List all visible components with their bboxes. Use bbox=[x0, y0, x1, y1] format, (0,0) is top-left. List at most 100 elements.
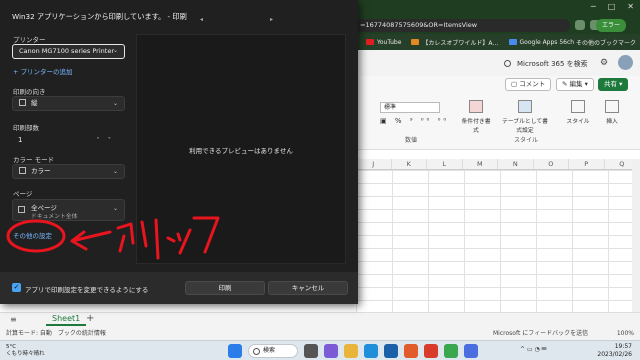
prev-page-icon[interactable]: ◂ bbox=[200, 16, 203, 23]
feedback-link[interactable]: Microsoft にフィードバックを送信 bbox=[493, 328, 588, 340]
bookmark-item[interactable]: YouTube bbox=[366, 39, 401, 46]
add-printer-link[interactable]: + プリンターの追加 bbox=[13, 66, 73, 76]
copies-stepper[interactable]: 1 ˄˅ bbox=[12, 134, 125, 147]
sheet-menu-icon[interactable]: ≡ bbox=[10, 315, 17, 324]
table-icon bbox=[518, 100, 532, 113]
tool-label: スタイル bbox=[566, 119, 590, 125]
pages-icon bbox=[18, 206, 25, 213]
conditional-format-button[interactable]: 条件付き書式 bbox=[460, 100, 492, 134]
other-settings-link[interactable]: その他の設定 bbox=[13, 230, 52, 240]
taskbar-search[interactable]: 検索 bbox=[248, 344, 298, 358]
chevron-down-icon: ⌄ bbox=[112, 205, 118, 212]
edit-button[interactable]: ✎ 編集 ▾ bbox=[556, 78, 594, 91]
edit-label: 編集 bbox=[569, 80, 583, 88]
file-explorer-icon[interactable] bbox=[344, 344, 358, 358]
status-text: 計算モード: 自動 ブックの統計情報 bbox=[6, 330, 106, 337]
task-view-icon[interactable] bbox=[304, 344, 318, 358]
clock-time: 19:57 bbox=[614, 343, 632, 350]
bookmark-label: 【カレスオブワイルド】A… bbox=[422, 39, 499, 47]
conditional-format-icon bbox=[469, 100, 483, 113]
gear-icon[interactable]: ⚙ bbox=[600, 58, 608, 68]
app-settings-label: アプリで印刷設定を変更できるようにする bbox=[25, 286, 149, 294]
insert-icon bbox=[605, 100, 619, 113]
maximize-icon[interactable]: □ bbox=[608, 2, 616, 11]
sheet-tab[interactable]: Sheet1 bbox=[46, 313, 87, 326]
bookmark-item[interactable]: 【カレスオブワイルド】A… bbox=[411, 38, 499, 47]
column-header[interactable]: K bbox=[392, 159, 427, 169]
vertical-scrollbar[interactable] bbox=[632, 159, 640, 312]
number-format-tools[interactable]: ▣ % ⁹ ⁰⁰ ⁰⁰ bbox=[380, 117, 449, 125]
chevron-down-icon: ⌄ bbox=[112, 47, 118, 54]
add-sheet-icon[interactable]: + bbox=[86, 313, 94, 324]
copies-value: 1 bbox=[18, 136, 23, 144]
number-format-dropdown[interactable]: 標準 bbox=[380, 102, 440, 113]
insert-button[interactable]: 挿入 bbox=[596, 100, 628, 125]
column-headers: J K L M N O P Q bbox=[356, 159, 640, 170]
weather-desc: くもり時々晴れ bbox=[6, 351, 45, 357]
orientation-value: 縦 bbox=[31, 99, 38, 107]
chrome-icon[interactable] bbox=[444, 344, 458, 358]
google-apps-icon bbox=[508, 39, 517, 45]
system-tray[interactable]: ^ ▭ ◔ 𝄘 bbox=[520, 346, 546, 354]
bookmark-label: YouTube bbox=[377, 38, 402, 46]
bookmark-item[interactable]: Google Apps 56ch bbox=[508, 38, 575, 46]
chat-icon[interactable] bbox=[324, 344, 338, 358]
color-mode-dropdown[interactable]: カラー ⌄ bbox=[12, 164, 125, 179]
clock[interactable]: 19:57 2023/02/26 bbox=[597, 343, 632, 359]
weather-widget[interactable]: 5°C くもり時々晴れ bbox=[6, 344, 45, 358]
dialog-title: Win32 アプリケーションから印刷しています。 - 印刷 bbox=[12, 12, 187, 21]
printer-value: Canon MG7100 series Printer bbox=[19, 47, 114, 55]
extension-icon[interactable] bbox=[575, 20, 585, 30]
search-text: Microsoft 365 を検索 bbox=[517, 60, 588, 68]
pages-dropdown[interactable]: 全ページ ドキュメント全体 ⌄ bbox=[12, 199, 125, 221]
share-label: 共有 bbox=[604, 80, 617, 88]
app-icon[interactable] bbox=[464, 344, 478, 358]
cancel-button[interactable]: キャンセル bbox=[268, 281, 348, 295]
start-icon[interactable] bbox=[228, 344, 242, 358]
cell-grid[interactable] bbox=[356, 170, 632, 312]
youtube-icon bbox=[366, 39, 374, 45]
comment-label: コメント bbox=[519, 80, 546, 88]
printer-label: プリンター bbox=[13, 36, 46, 44]
profile-button[interactable]: エラー bbox=[596, 19, 626, 32]
comment-button[interactable]: ▢ コメント bbox=[505, 78, 552, 91]
close-icon[interactable]: ✕ bbox=[627, 2, 634, 11]
weather-temp: 5°C bbox=[6, 344, 17, 350]
printer-dropdown[interactable]: Canon MG7100 series Printer ⌄ bbox=[12, 44, 125, 59]
edge-icon[interactable] bbox=[364, 344, 378, 358]
pages-label: ページ bbox=[13, 190, 33, 198]
print-button[interactable]: 印刷 bbox=[185, 281, 265, 295]
chevron-down-icon: ⌄ bbox=[112, 100, 118, 107]
other-bookmarks[interactable]: その他のブックマーク bbox=[576, 38, 636, 47]
zoom-level[interactable]: 100% bbox=[617, 328, 634, 340]
m365-search[interactable]: Microsoft 365 を検索 bbox=[504, 59, 588, 69]
column-header[interactable]: O bbox=[534, 159, 569, 169]
format-as-table-button[interactable]: テーブルとして書式設定 bbox=[500, 100, 550, 134]
share-button[interactable]: 共有 ▾ bbox=[598, 78, 629, 91]
app-icon[interactable] bbox=[404, 344, 418, 358]
avatar[interactable] bbox=[618, 55, 633, 70]
app-settings-checkbox[interactable]: ✓ bbox=[12, 283, 21, 292]
tool-label: テーブルとして書式設定 bbox=[502, 119, 548, 134]
column-header[interactable]: P bbox=[569, 159, 605, 169]
orientation-dropdown[interactable]: 縦 ⌄ bbox=[12, 96, 125, 111]
taskbar: 5°C くもり時々晴れ 検索 ^ ▭ ◔ 𝄘 19:57 2023/02/26 bbox=[0, 340, 640, 360]
color-mode-value: カラー bbox=[31, 167, 51, 175]
minimize-icon[interactable]: ─ bbox=[591, 2, 596, 11]
stepper-arrows-icon[interactable]: ˄˅ bbox=[97, 134, 120, 147]
orientation-label: 印刷の向き bbox=[13, 88, 46, 96]
chevron-down-icon: ⌄ bbox=[112, 168, 118, 175]
cell-style-button[interactable]: スタイル bbox=[562, 100, 594, 125]
column-header[interactable]: N bbox=[498, 159, 534, 169]
column-header[interactable]: L bbox=[427, 159, 463, 169]
column-header[interactable]: J bbox=[356, 159, 392, 169]
app-icon[interactable] bbox=[424, 344, 438, 358]
bookmark-icon bbox=[411, 39, 420, 45]
color-mode-label: カラー モード bbox=[13, 156, 55, 164]
tool-label: 挿入 bbox=[606, 119, 618, 125]
column-header[interactable]: M bbox=[463, 159, 498, 169]
address-bar[interactable]: =16774087575609&OR=ItemsView bbox=[330, 19, 570, 32]
bookmark-label: Google Apps 56ch bbox=[519, 38, 575, 46]
next-page-icon[interactable]: ▸ bbox=[270, 16, 273, 23]
app-icon[interactable] bbox=[384, 344, 398, 358]
